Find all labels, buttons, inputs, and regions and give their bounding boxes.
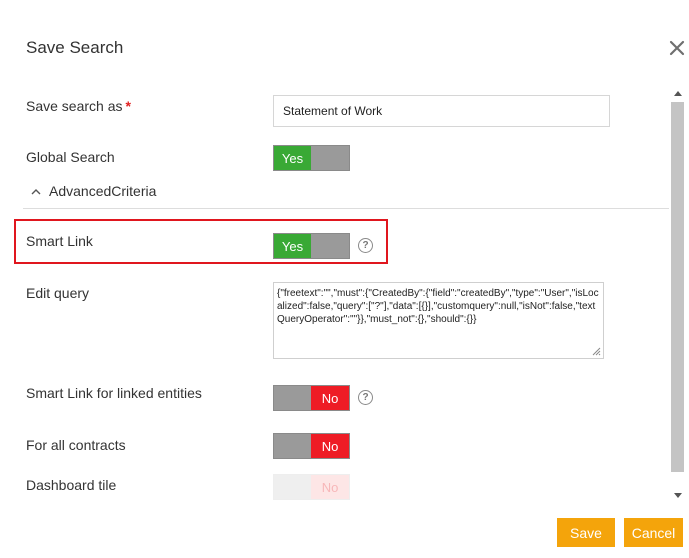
toggle-knob bbox=[311, 146, 349, 170]
toggle-no-label: No bbox=[311, 434, 349, 458]
scrollbar-thumb[interactable] bbox=[671, 102, 684, 472]
dashboard-tile-label: Dashboard tile bbox=[26, 477, 117, 493]
dashboard-tile-toggle[interactable]: No bbox=[273, 474, 350, 500]
edit-query-textarea[interactable]: {"freetext":"","must":{"CreatedBy":{"fie… bbox=[273, 282, 604, 359]
smart-link-toggle[interactable]: Yes bbox=[273, 233, 350, 259]
scroll-up-icon[interactable] bbox=[672, 88, 683, 99]
toggle-yes-label: Yes bbox=[274, 146, 311, 170]
all-contracts-toggle[interactable]: No bbox=[273, 433, 350, 459]
cancel-button[interactable]: Cancel bbox=[624, 518, 683, 547]
all-contracts-label: For all contracts bbox=[26, 437, 126, 453]
query-text: {"freetext":"","must":{"CreatedBy":{"fie… bbox=[277, 288, 599, 325]
save-button[interactable]: Save bbox=[557, 518, 615, 547]
advanced-criteria-toggle[interactable]: AdvancedCriteria bbox=[31, 183, 156, 199]
chevron-up-icon bbox=[31, 188, 41, 194]
toggle-knob bbox=[274, 386, 311, 410]
help-icon[interactable]: ? bbox=[358, 238, 373, 253]
advanced-criteria-label: AdvancedCriteria bbox=[49, 183, 157, 199]
form-scroll-area: Save search as * Statement of Work Global… bbox=[0, 84, 670, 506]
global-search-label: Global Search bbox=[26, 149, 115, 165]
toggle-knob bbox=[274, 475, 311, 499]
toggle-knob bbox=[311, 234, 349, 258]
save-search-as-label: Save search as * bbox=[26, 98, 131, 114]
global-search-toggle[interactable]: Yes bbox=[273, 145, 350, 171]
toggle-no-label: No bbox=[311, 386, 349, 410]
help-icon[interactable]: ? bbox=[358, 390, 373, 405]
toggle-no-label: No bbox=[311, 475, 349, 499]
resize-handle-icon[interactable] bbox=[592, 347, 601, 356]
smart-link-linked-label: Smart Link for linked entities bbox=[26, 385, 202, 401]
save-search-as-input[interactable]: Statement of Work bbox=[273, 95, 610, 127]
edit-query-label: Edit query bbox=[26, 285, 90, 301]
save-search-dialog: Save Search Save search as * Statement of… bbox=[0, 0, 689, 558]
smart-link-label: Smart Link bbox=[26, 233, 93, 249]
toggle-yes-label: Yes bbox=[274, 234, 311, 258]
scrollbar[interactable] bbox=[670, 84, 685, 506]
required-marker: * bbox=[125, 98, 131, 114]
dialog-title: Save Search bbox=[26, 38, 124, 57]
smart-link-linked-toggle[interactable]: No bbox=[273, 385, 350, 411]
scroll-down-icon[interactable] bbox=[672, 490, 683, 501]
close-icon[interactable] bbox=[667, 38, 687, 58]
toggle-knob bbox=[274, 434, 311, 458]
section-divider bbox=[23, 208, 669, 209]
